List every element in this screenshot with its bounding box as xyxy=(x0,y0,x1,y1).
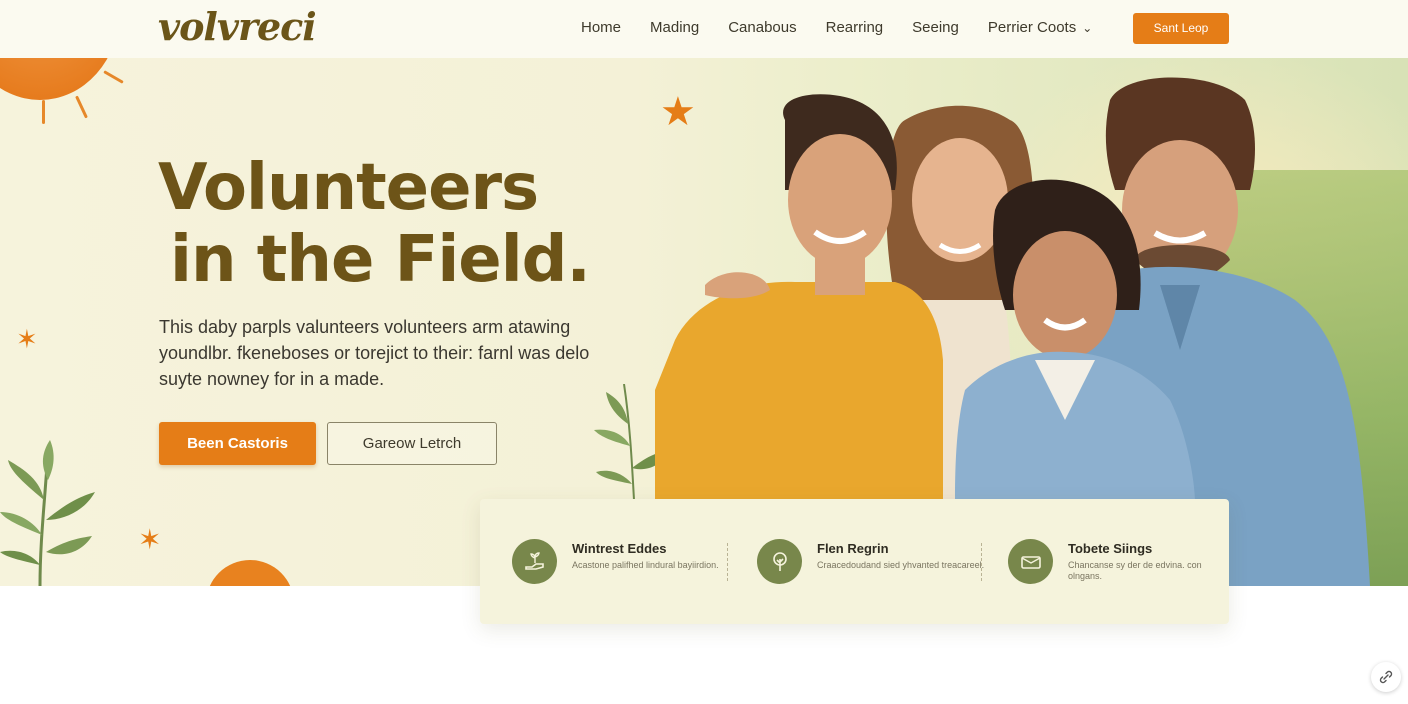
top-nav: volvreci Home Mading Canabous Rearring S… xyxy=(0,0,1408,58)
sparkle-decoration: ✶ xyxy=(16,324,38,354)
sun-ray xyxy=(75,95,88,119)
sparkle-decoration: ✶ xyxy=(138,524,162,555)
link-icon xyxy=(1379,670,1393,684)
card-icon xyxy=(1008,539,1053,584)
nav-item-dropdown[interactable]: Perrier Coots ⌄ xyxy=(988,19,1092,36)
primary-cta-button[interactable]: Been Castoris xyxy=(159,422,316,465)
hero-headline-line1: Volunteers xyxy=(158,151,539,225)
feature-title: Wintrest Eddes xyxy=(572,541,667,556)
hero-headline: Volunteers in the Field. xyxy=(158,151,591,297)
chevron-down-icon: ⌄ xyxy=(1082,21,1093,35)
secondary-cta-button[interactable]: Gareow Letrch xyxy=(327,422,497,465)
nav-item-seeing[interactable]: Seeing xyxy=(912,19,959,36)
feature-description: Acastone palifhed lindural bayiirdion. xyxy=(572,560,719,570)
plant-left-icon xyxy=(0,440,95,586)
feature-item: Flen Regrin Craacedoudand sied yhvanted … xyxy=(757,539,987,585)
nav-item-mading[interactable]: Mading xyxy=(650,19,699,36)
feature-description: Chancanse sy der de edvina. con olngans. xyxy=(1068,560,1202,581)
nav-dropdown-label: Perrier Coots xyxy=(987,19,1077,36)
hero-headline-line2: in the Field. xyxy=(170,223,591,297)
hero-lede: This daby parpls valunteers volunteers a… xyxy=(159,317,590,389)
feature-title: Tobete Siings xyxy=(1068,541,1153,556)
nav-item-canabous[interactable]: Canabous xyxy=(728,19,796,36)
sun-ray xyxy=(42,100,45,124)
feature-title: Flen Regrin xyxy=(817,541,889,556)
nav-item-rearring[interactable]: Rearring xyxy=(826,19,884,36)
nav-cta-button[interactable]: Sant Leop xyxy=(1133,13,1229,44)
feature-item: Tobete Siings Chancanse sy der de edvina… xyxy=(1008,539,1238,585)
feature-item: Wintrest Eddes Acastone palifhed lindura… xyxy=(512,539,742,585)
feature-description: Craacedoudand sied yhvanted treacareel. xyxy=(817,560,985,570)
floating-action-button[interactable] xyxy=(1371,662,1401,692)
brand-logo[interactable]: volvreci xyxy=(158,4,317,49)
tree-icon xyxy=(757,539,802,584)
orange-circle-decoration xyxy=(206,560,294,586)
nav-item-home[interactable]: Home xyxy=(581,19,621,36)
divider xyxy=(981,543,982,581)
sun-ray xyxy=(103,70,124,84)
features-card: Wintrest Eddes Acastone palifhed lindura… xyxy=(480,499,1229,624)
hand-plant-icon xyxy=(512,539,557,584)
divider xyxy=(727,543,728,581)
nav-menu: Home Mading Canabous Rearring Seeing Per… xyxy=(581,19,1121,36)
